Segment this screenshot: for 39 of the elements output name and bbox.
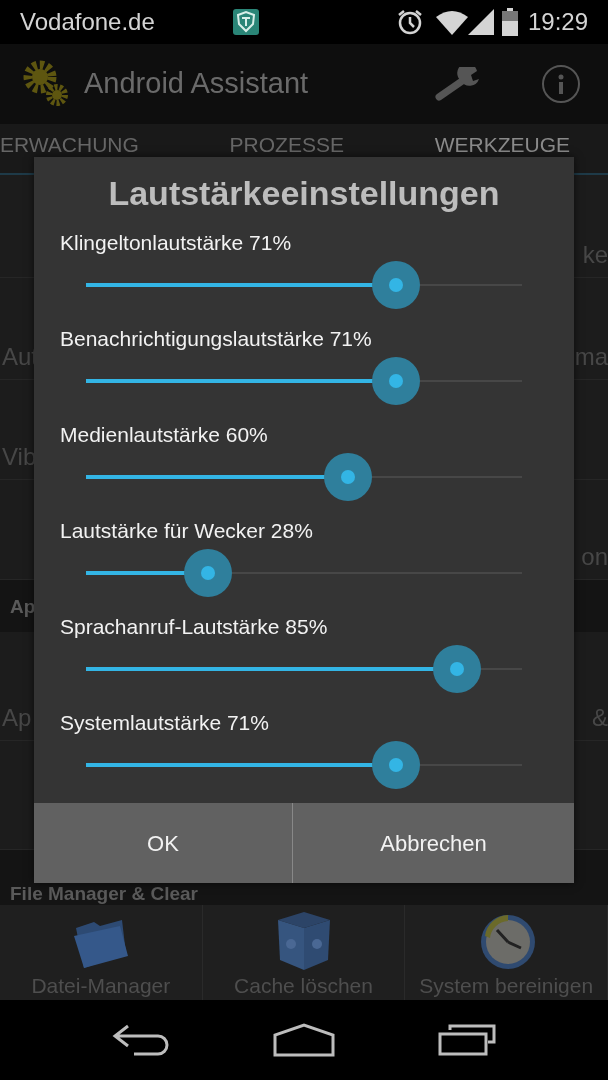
slider-label: Klingeltonlautstärke 71% bbox=[59, 230, 293, 255]
slider-thumb[interactable] bbox=[371, 741, 420, 789]
back-icon[interactable] bbox=[111, 1024, 170, 1056]
slider-label: Medienlautstärke 60% bbox=[59, 422, 269, 447]
shield-icon bbox=[232, 9, 259, 35]
carrier-name: Vodafone.de bbox=[20, 7, 155, 37]
slider-track[interactable] bbox=[86, 741, 522, 789]
slider-thumb[interactable] bbox=[323, 453, 372, 501]
slider-thumb[interactable] bbox=[371, 261, 420, 309]
home-icon[interactable] bbox=[273, 1023, 335, 1057]
dialog-title: Lautstärkeeinstellungen bbox=[108, 172, 500, 214]
slider-track[interactable] bbox=[86, 453, 522, 501]
tool-label[interactable]: & bbox=[592, 700, 608, 736]
section-title: Ap bbox=[10, 596, 36, 616]
info-icon[interactable] bbox=[542, 65, 580, 103]
slider-track[interactable] bbox=[86, 549, 522, 597]
dialog-button[interactable]: Abbrechen bbox=[293, 803, 574, 883]
tab[interactable]: PROZESSE bbox=[229, 134, 344, 156]
slider-track[interactable] bbox=[86, 261, 522, 309]
slider-label: Benachrichtigungslautstärke 71% bbox=[59, 326, 373, 351]
slider-track[interactable] bbox=[86, 645, 522, 693]
wifi-icon bbox=[435, 9, 468, 35]
signal-icon bbox=[467, 9, 494, 35]
slider-label: Sprachanruf-Lautstärke 85% bbox=[59, 614, 329, 639]
app-title: Android Assistant bbox=[84, 66, 309, 102]
tab[interactable]: WERKZEUGE bbox=[434, 134, 570, 156]
battery-icon bbox=[501, 8, 518, 36]
slider-label: Systemlautstärke 71% bbox=[59, 710, 270, 735]
slider-track[interactable] bbox=[86, 357, 522, 405]
tab[interactable]: ERWACHUNG bbox=[0, 134, 139, 156]
gears-icon bbox=[22, 60, 70, 108]
slider-thumb[interactable] bbox=[371, 357, 420, 405]
slider-label: Lautstärke für Wecker 28% bbox=[59, 518, 314, 543]
section-title: File Manager & Clear bbox=[10, 884, 198, 903]
clock-time: 19:29 bbox=[527, 7, 588, 37]
dialog-button[interactable]: OK bbox=[34, 803, 293, 883]
recents-icon[interactable] bbox=[438, 1024, 497, 1056]
slider-thumb[interactable] bbox=[432, 645, 481, 693]
slider-thumb[interactable] bbox=[184, 549, 233, 597]
